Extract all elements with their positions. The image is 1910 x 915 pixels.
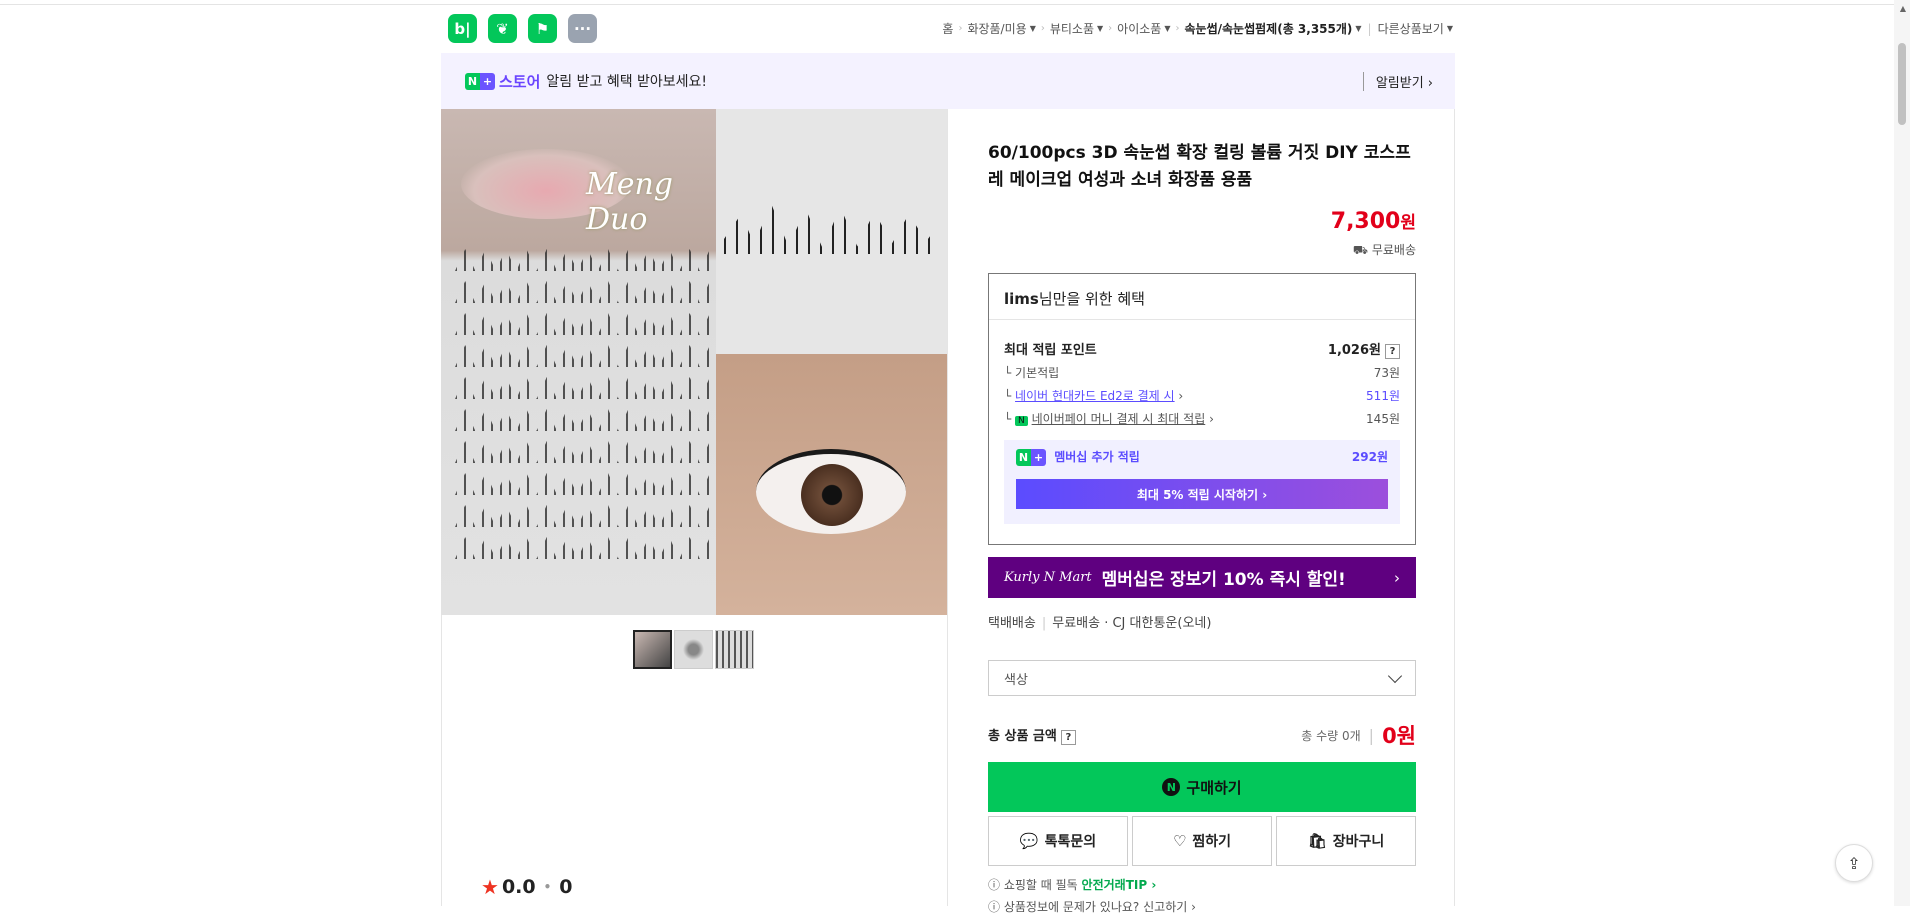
scrollbar-thumb[interactable] bbox=[1898, 43, 1906, 125]
product-title: 60/100pcs 3D 속눈썹 확장 컬링 볼륨 거짓 DIY 코스프레 메이… bbox=[988, 143, 1411, 190]
member-benefit-box: lims님만을 위한 혜택 최대 적립 포인트 1,026원? └ 기본적립 73… bbox=[988, 273, 1416, 545]
kurly-membership-banner[interactable]: Kurly N Mart 멤버십은 장보기 10% 즉시 할인! › bbox=[988, 557, 1416, 598]
points-row-npay: └ N 네이버페이 머니 결제 시 최대 적립 › 145원 bbox=[1004, 412, 1400, 426]
points-row-basic: └ 기본적립 73원 bbox=[1004, 366, 1400, 380]
delivery-info: 택배배송 | 무료배송 · CJ 대한통운(오네) bbox=[988, 616, 1212, 631]
chevron-right-icon: › bbox=[1394, 568, 1400, 587]
heart-icon: ♡ bbox=[1172, 832, 1187, 850]
color-option-select[interactable]: 색상 bbox=[988, 660, 1416, 696]
product-price: 7,300원 bbox=[1330, 209, 1416, 234]
report-tip: ⓘ 상품정보에 문제가 있나요? 신고하기 › bbox=[988, 900, 1196, 914]
kurly-banner-text: 멤버십은 장보기 10% 즉시 할인! bbox=[1101, 570, 1346, 590]
card-benefit-link[interactable]: 네이버 현대카드 Ed2로 결제 시 bbox=[1015, 389, 1175, 403]
benefit-heading: lims님만을 위한 혜택 bbox=[989, 274, 1415, 320]
safe-trade-tip: ⓘ 쇼핑할 때 필독 안전거래TIP › bbox=[988, 878, 1157, 892]
bag-icon: 🛍 bbox=[1307, 832, 1327, 850]
safe-trade-link[interactable]: 안전거래TIP › bbox=[1082, 878, 1157, 892]
npay-icon: N bbox=[1015, 416, 1028, 426]
right-column: 60/100pcs 3D 속눈썹 확장 컬링 볼륨 거짓 DIY 코스프레 메이… bbox=[441, 5, 1455, 914]
shipping-info: ⛟ 무료배송 bbox=[1352, 243, 1416, 257]
secondary-actions: 💬 톡톡문의 ♡ 찜하기 🛍 장바구니 bbox=[988, 816, 1416, 866]
naver-plus-badge-icon: N + bbox=[1016, 449, 1046, 466]
help-icon[interactable]: ? bbox=[1060, 730, 1076, 745]
help-icon[interactable]: ? bbox=[1385, 344, 1400, 359]
npay-icon: N bbox=[1162, 778, 1181, 796]
truck-icon: ⛟ bbox=[1352, 243, 1368, 257]
chat-icon: 💬 bbox=[1019, 832, 1039, 850]
npay-benefit-link[interactable]: 네이버페이 머니 결제 시 최대 적립 bbox=[1032, 412, 1206, 426]
scroll-up-icon[interactable]: ▲ bbox=[1900, 4, 1906, 13]
total-amount: 0원 bbox=[1382, 724, 1416, 748]
membership-start-button[interactable]: 최대 5% 적립 시작하기 › bbox=[1016, 479, 1388, 509]
report-link[interactable]: 신고하기 › bbox=[1143, 900, 1196, 914]
scrollbar[interactable]: ▲ bbox=[1894, 0, 1910, 906]
chevron-down-icon bbox=[1387, 668, 1403, 683]
talk-inquiry-button[interactable]: 💬 톡톡문의 bbox=[988, 816, 1128, 866]
kurly-logo: Kurly N Mart bbox=[1004, 570, 1092, 585]
buy-button[interactable]: N 구매하기 bbox=[988, 762, 1416, 812]
membership-box: N + 멤버십 추가 적립 292원 최대 5% 적립 시작하기 › bbox=[1004, 440, 1400, 524]
cart-button[interactable]: 🛍 장바구니 bbox=[1276, 816, 1416, 866]
max-points-row: 최대 적립 포인트 1,026원? bbox=[1004, 339, 1400, 359]
wishlist-button[interactable]: ♡ 찜하기 bbox=[1132, 816, 1272, 866]
points-row-card: └ 네이버 현대카드 Ed2로 결제 시 › 511원 bbox=[1004, 389, 1400, 403]
share-button[interactable]: ⇪ bbox=[1835, 844, 1873, 882]
share-icon: ⇪ bbox=[1847, 853, 1861, 873]
total-amount-row: 총 상품 금액? 총 수량 0개 | 0원 bbox=[988, 720, 1416, 748]
